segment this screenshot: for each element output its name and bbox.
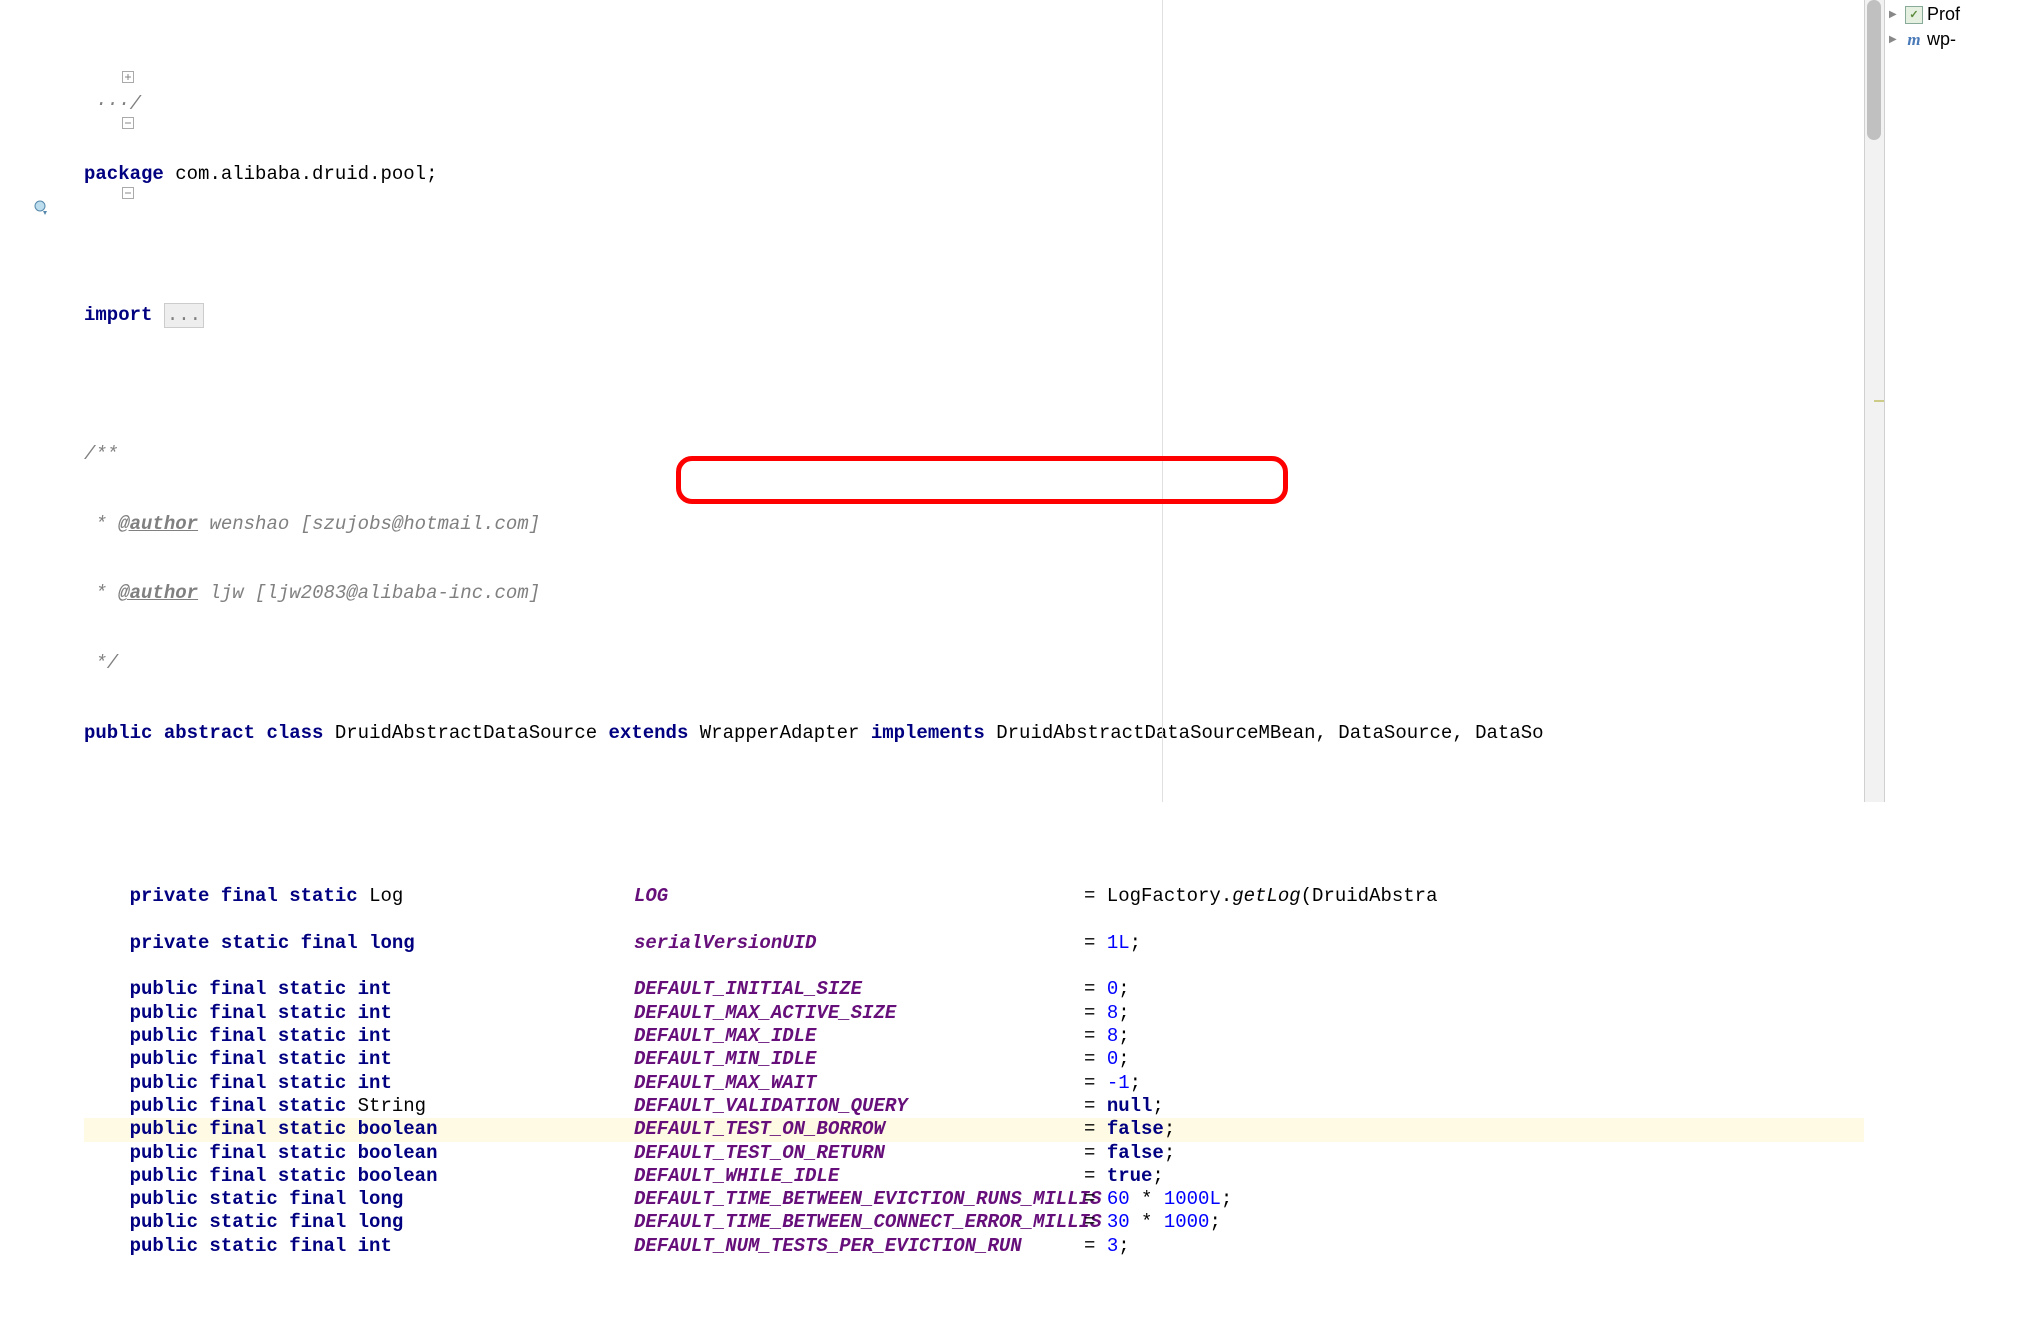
maven-icon: m — [1905, 31, 1923, 49]
code-editor[interactable]: ···/ package com.alibaba.druid.pool; imp… — [56, 0, 1864, 802]
code-line: public final static booleanDEFAULT_WHILE… — [84, 1165, 1864, 1188]
right-margin-guide — [1162, 0, 1163, 802]
override-marker-icon[interactable] — [34, 200, 50, 216]
code-line: public static final intDEFAULT_NUM_TESTS… — [84, 1235, 1864, 1258]
code-line: * @author wenshao [szujobs@hotmail.com] — [84, 513, 1864, 536]
code-line: public static final longDEFAULT_TIME_BET… — [84, 1188, 1864, 1211]
code-line: */ — [84, 652, 1864, 675]
scrollbar-thumb[interactable] — [1867, 0, 1881, 140]
tree-item-label: Prof — [1927, 4, 1960, 25]
error-stripe-mark[interactable] — [1874, 400, 1884, 402]
code-line: public final static intDEFAULT_MAX_IDLE=… — [84, 1025, 1864, 1048]
code-line: * @author ljw [ljw2083@alibaba-inc.com] — [84, 582, 1864, 605]
code-line: public final static intDEFAULT_MAX_ACTIV… — [84, 1002, 1864, 1025]
code-line — [84, 955, 1864, 978]
fold-collapse-icon[interactable] — [122, 117, 134, 129]
tree-item-label: wp- — [1927, 29, 1956, 50]
fold-expand-icon[interactable] — [122, 71, 134, 83]
code-line: public final static intDEFAULT_MIN_IDLE=… — [84, 1048, 1864, 1071]
tree-item-profile[interactable]: ▶ ✓ Prof — [1885, 2, 2024, 27]
tree-item-wp[interactable]: ▶ m wp- — [1885, 27, 2024, 52]
fold-end-icon[interactable] — [122, 187, 134, 199]
code-line: /** — [84, 443, 1864, 466]
code-line: private static final longserialVersionUI… — [84, 932, 1864, 955]
code-line: public final static intDEFAULT_INITIAL_S… — [84, 978, 1864, 1001]
code-line: public final static booleanDEFAULT_TEST_… — [84, 1118, 1864, 1141]
code-line — [84, 792, 1864, 815]
code-line: public final static intDEFAULT_MAX_WAIT=… — [84, 1072, 1864, 1095]
code-line: public final static StringDEFAULT_VALIDA… — [84, 1095, 1864, 1118]
code-line: private final static LogLOG= LogFactory.… — [84, 885, 1864, 908]
project-tool-window[interactable]: ▶ ✓ Prof ▶ m wp- — [1884, 0, 2024, 802]
code-line: ···/ — [84, 93, 1864, 116]
code-line: public final static booleanDEFAULT_TEST_… — [84, 1142, 1864, 1165]
file-icon: ✓ — [1905, 6, 1923, 24]
editor-gutter — [0, 0, 56, 802]
code-line: import ... — [84, 303, 1864, 326]
code-line — [84, 233, 1864, 256]
code-line: public static final longDEFAULT_TIME_BET… — [84, 1211, 1864, 1234]
tree-expand-icon[interactable]: ▶ — [1889, 34, 1901, 45]
code-line — [84, 909, 1864, 932]
folded-imports[interactable]: ... — [164, 303, 204, 328]
editor-scrollbar[interactable] — [1864, 0, 1884, 802]
code-line: package com.alibaba.druid.pool; — [84, 163, 1864, 186]
tree-expand-icon[interactable]: ▶ — [1889, 9, 1901, 20]
code-line — [84, 373, 1864, 396]
code-line: public abstract class DruidAbstractDataS… — [84, 722, 1864, 745]
